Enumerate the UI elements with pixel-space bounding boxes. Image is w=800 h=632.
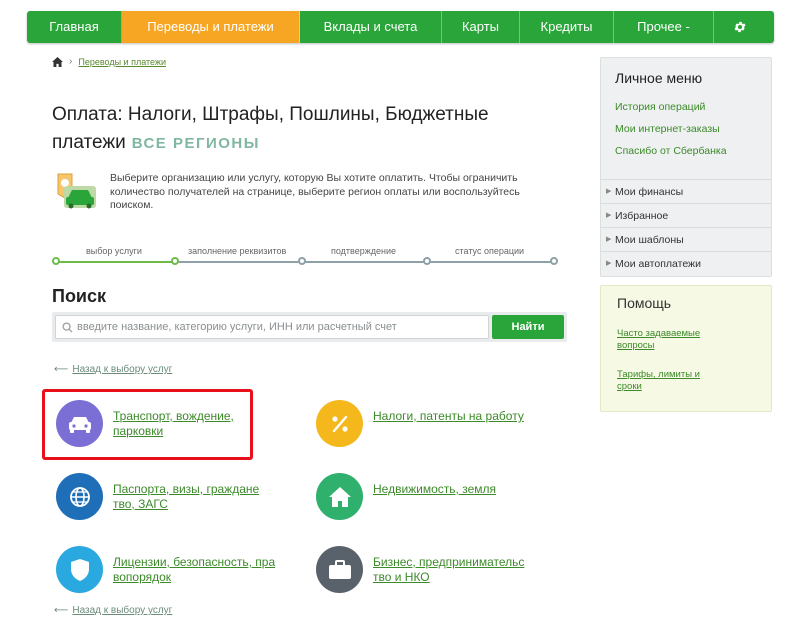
nav-other[interactable]: Прочее - <box>614 11 714 43</box>
personal-menu: Личное меню История операций Мои интерне… <box>600 57 772 277</box>
top-nav: Главная Переводы и платежи Вклады и счет… <box>27 11 774 43</box>
search-icon <box>62 321 73 333</box>
menu-link-orders[interactable]: Мои интернет-заказы <box>615 123 720 135</box>
step-dot <box>52 257 60 265</box>
shield-icon <box>56 546 103 593</box>
search-heading: Поиск <box>52 286 107 306</box>
menu-row-templates[interactable]: ▶ Мои шаблоны <box>601 227 771 251</box>
back-link-bottom[interactable]: ⟵ Назад к выбору услуг <box>54 605 172 616</box>
globe-icon <box>56 473 103 520</box>
menu-row-label: Мои автоплатежи <box>615 258 701 270</box>
category-label[interactable]: Паспорта, визы, граждане тво, ЗАГС <box>113 482 278 512</box>
arrow-left-icon: ⟵ <box>54 364 69 375</box>
nav-deposits-accounts[interactable]: Вклады и счета <box>300 11 442 43</box>
menu-row-label: Мои шаблоны <box>615 234 684 246</box>
category-transport[interactable]: Транспорт, вождение, парковки <box>56 400 278 447</box>
house-icon <box>316 473 363 520</box>
triangle-right-icon: ▶ <box>606 236 612 243</box>
category-label[interactable]: Недвижимость, земля <box>373 482 553 497</box>
menu-link-spasibo[interactable]: Спасибо от Сбербанка <box>615 145 727 157</box>
find-button[interactable]: Найти <box>492 315 564 339</box>
search-field[interactable] <box>55 315 489 339</box>
triangle-right-icon: ▶ <box>606 260 612 267</box>
menu-row-label: Мои финансы <box>615 186 684 198</box>
step-label: подтверждение <box>331 246 397 256</box>
settings-button[interactable] <box>714 11 766 43</box>
step-dot <box>171 257 179 265</box>
menu-link-history[interactable]: История операций <box>615 101 705 113</box>
step-line-pending <box>177 261 556 263</box>
car-icon <box>56 400 103 447</box>
category-licenses[interactable]: Лицензии, безопасность, пра вопорядок <box>56 546 278 593</box>
personal-menu-heading: Личное меню <box>615 70 703 86</box>
nav-cards[interactable]: Карты <box>442 11 520 43</box>
category-label[interactable]: Лицензии, безопасность, пра вопорядок <box>113 555 278 585</box>
step-label: выбор услуги <box>86 246 142 256</box>
regions-selector[interactable]: ВСЕ РЕГИОНЫ <box>132 135 260 152</box>
back-link-label: Назад к выбору услуг <box>72 605 173 616</box>
nav-transfers-payments[interactable]: Переводы и платежи <box>122 11 300 43</box>
category-taxes[interactable]: Налоги, патенты на работу <box>316 400 553 447</box>
triangle-right-icon: ▶ <box>606 188 612 195</box>
menu-row-finances[interactable]: ▶ Мои финансы <box>601 179 771 203</box>
menu-row-label: Избранное <box>615 210 669 222</box>
chevron-right-icon: › <box>69 56 73 67</box>
triangle-right-icon: ▶ <box>606 212 612 219</box>
search-bar: Найти <box>52 312 567 342</box>
percent-icon <box>316 400 363 447</box>
breadcrumb-link[interactable]: Переводы и платежи <box>78 57 166 67</box>
category-label[interactable]: Транспорт, вождение, парковки <box>113 409 278 439</box>
back-link-top[interactable]: ⟵ Назад к выбору услуг <box>54 364 172 375</box>
search-input[interactable] <box>77 321 477 333</box>
help-link-tariffs[interactable]: Тарифы, лимиты и сроки <box>617 369 727 393</box>
step-dot <box>550 257 558 265</box>
category-label[interactable]: Налоги, патенты на работу <box>373 409 553 424</box>
menu-row-autopayments[interactable]: ▶ Мои автоплатежи <box>601 251 771 275</box>
category-passports[interactable]: Паспорта, визы, граждане тво, ЗАГС <box>56 473 278 520</box>
help-panel: Помощь Часто задаваемые вопросы Тарифы, … <box>600 285 772 412</box>
category-business[interactable]: Бизнес, предпринимательс тво и НКО <box>316 546 538 593</box>
car-payment-icon <box>57 173 96 209</box>
intro-text: Выберите организацию или услугу, которую… <box>110 172 520 211</box>
arrow-left-icon: ⟵ <box>54 605 69 616</box>
progress-steps: выбор услуги заполнение реквизитов подтв… <box>52 246 558 270</box>
home-icon[interactable] <box>52 56 63 67</box>
category-label[interactable]: Бизнес, предпринимательс тво и НКО <box>373 555 538 585</box>
back-link-label: Назад к выбору услуг <box>72 364 173 375</box>
page-title-text: Оплата: Налоги, Штрафы, Пошлины, Бюджетн… <box>52 104 489 153</box>
gear-icon <box>734 21 746 33</box>
step-line-done <box>56 261 177 263</box>
nav-home[interactable]: Главная <box>27 11 122 43</box>
briefcase-icon <box>316 546 363 593</box>
step-dot <box>423 257 431 265</box>
step-dot <box>298 257 306 265</box>
category-real-estate[interactable]: Недвижимость, земля <box>316 473 553 520</box>
nav-credits[interactable]: Кредиты <box>520 11 614 43</box>
help-link-faq[interactable]: Часто задаваемые вопросы <box>617 328 727 352</box>
intro-block: Выберите организацию или услугу, которую… <box>52 172 552 216</box>
step-label: заполнение реквизитов <box>188 246 287 256</box>
page-title: Оплата: Налоги, Штрафы, Пошлины, Бюджетн… <box>52 101 522 158</box>
menu-row-favorites[interactable]: ▶ Избранное <box>601 203 771 227</box>
help-heading: Помощь <box>617 295 672 311</box>
breadcrumb: › Переводы и платежи <box>52 56 166 67</box>
step-label: статус операции <box>455 246 525 256</box>
